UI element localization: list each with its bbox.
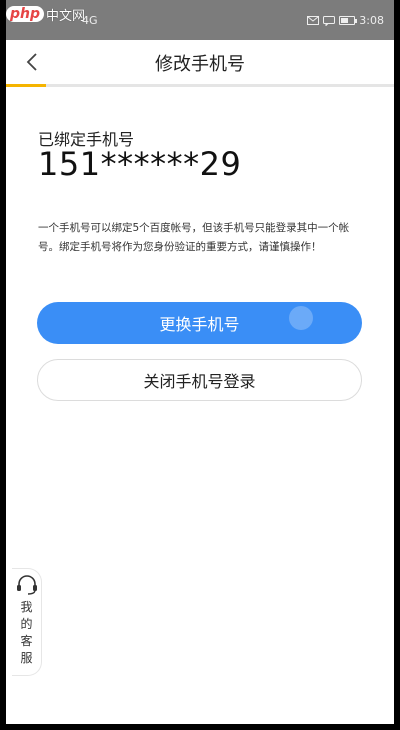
- watermark-php: php: [6, 6, 45, 22]
- customer-service-label: 我的客服: [20, 600, 33, 665]
- nav-bar: 修改手机号: [6, 40, 394, 84]
- status-right: 3:08: [307, 14, 384, 27]
- mail-icon: [307, 16, 320, 25]
- battery-icon: [339, 16, 358, 25]
- change-phone-button[interactable]: 更换手机号: [37, 302, 362, 344]
- change-phone-label: 更换手机号: [159, 317, 240, 334]
- customer-service-button[interactable]: 我的客服: [12, 568, 42, 676]
- clock: 3:08: [359, 14, 384, 27]
- page-title: 修改手机号: [155, 54, 245, 75]
- status-bar: php 中文网 4G 3:08: [6, 0, 394, 40]
- touch-ripple: [289, 306, 313, 330]
- watermark: php 中文网: [6, 4, 85, 24]
- watermark-cn: 中文网: [46, 8, 86, 24]
- progress-divider: [6, 84, 394, 87]
- binding-description: 一个手机号可以绑定5个百度帐号，但该手机号只能登录其中一个帐号。绑定手机号将作为…: [38, 222, 350, 253]
- close-phone-login-button[interactable]: 关闭手机号登录: [37, 359, 362, 401]
- headset-icon: [16, 575, 37, 595]
- signal-indicator: 4G: [82, 14, 98, 27]
- bound-phone-number: 151******29: [38, 145, 242, 183]
- message-icon: [323, 15, 336, 26]
- close-phone-login-label: 关闭手机号登录: [143, 374, 256, 391]
- app-screen: php 中文网 4G 3:08 修改手机号 已绑定手机号 151******29…: [6, 0, 394, 724]
